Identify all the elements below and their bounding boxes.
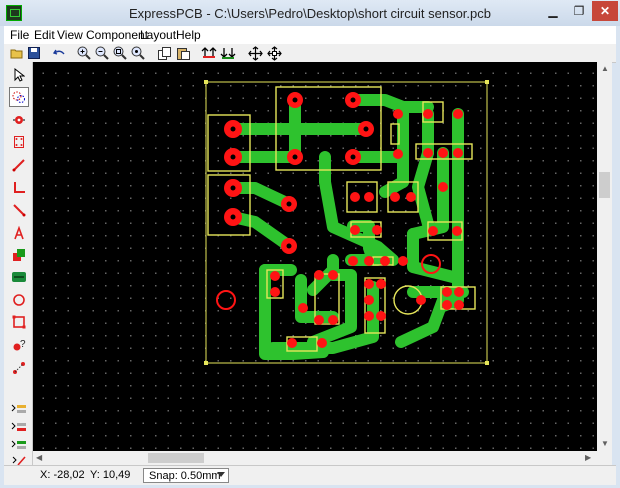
rectangle-tool-icon[interactable] (9, 312, 29, 332)
pad-down-icon[interactable] (220, 45, 236, 61)
status-x-coordinate: X: -28,02 (40, 469, 85, 481)
scroll-up-icon[interactable]: ▲ (601, 64, 609, 73)
minimize-button[interactable]: ▁ (540, 1, 566, 21)
fill-tool-icon[interactable] (9, 245, 29, 265)
menu-layout[interactable]: Layout (140, 28, 176, 42)
pad-tool-icon[interactable] (9, 110, 29, 130)
outline-handle (204, 80, 208, 84)
title-bar: ExpressPCB - C:\Users\Pedro\Desktop\shor… (0, 0, 620, 26)
outline-handle (485, 361, 489, 365)
circle-tool-icon[interactable] (9, 290, 29, 310)
status-bar: X: -28,02 Y: 10,49 Snap: 0.50mm (4, 465, 616, 485)
scroll-corner (597, 451, 612, 465)
undo-icon[interactable] (51, 45, 67, 61)
menu-bar: File Edit View Component Layout Help (4, 26, 616, 44)
ratsnest-tool-icon[interactable] (9, 358, 29, 378)
copy-icon[interactable] (157, 45, 173, 61)
save-icon[interactable] (26, 45, 42, 61)
close-button[interactable]: ✕ (592, 1, 618, 21)
center-icon[interactable] (266, 45, 282, 61)
menu-edit[interactable]: Edit (34, 28, 55, 42)
scroll-left-icon[interactable]: ◀ (36, 453, 42, 462)
open-icon[interactable] (9, 45, 25, 61)
trace-tool-icon[interactable] (9, 155, 29, 175)
status-y-coordinate: Y: 10,49 (90, 469, 131, 481)
layer-bottom-icon[interactable] (9, 417, 29, 437)
vertical-scrollbar[interactable]: ▲ ▼ (597, 62, 612, 451)
pcb-layout[interactable] (33, 62, 597, 451)
horizontal-scrollbar[interactable]: ◀ ▶ (33, 451, 597, 465)
diagonal-tool-icon[interactable] (9, 200, 29, 220)
text-tool-icon[interactable] (9, 223, 29, 243)
menu-file[interactable]: File (10, 28, 29, 42)
vertical-scroll-thumb[interactable] (599, 172, 610, 198)
snap-value: Snap: 0.50mm (149, 470, 221, 482)
svg-text:?: ? (20, 339, 26, 350)
tool-palette: ? (4, 62, 33, 466)
scroll-right-icon[interactable]: ▶ (585, 453, 591, 462)
outline-handle (485, 80, 489, 84)
zoom-box-icon[interactable] (112, 45, 128, 61)
menu-view[interactable]: View (57, 28, 83, 42)
outline-handle (204, 361, 208, 365)
component-tool-icon[interactable] (9, 132, 29, 152)
plane-tool-icon[interactable] (9, 267, 29, 287)
scroll-down-icon[interactable]: ▼ (601, 439, 609, 448)
window-title: ExpressPCB - C:\Users\Pedro\Desktop\shor… (129, 6, 491, 21)
move-icon[interactable] (247, 45, 263, 61)
inspect-tool-icon[interactable]: ? (9, 335, 29, 355)
paste-icon[interactable] (175, 45, 191, 61)
pointer-icon[interactable] (9, 65, 29, 85)
snap-select[interactable]: Snap: 0.50mm (143, 468, 229, 483)
menu-component[interactable]: Component (86, 28, 148, 42)
toolbar (4, 44, 616, 63)
menu-help[interactable]: Help (176, 28, 201, 42)
zoom-out-icon[interactable] (94, 45, 110, 61)
lasso-icon[interactable] (9, 87, 29, 107)
horizontal-scroll-thumb[interactable] (148, 453, 204, 463)
corner-tool-icon[interactable] (9, 178, 29, 198)
pad-up-icon[interactable] (201, 45, 217, 61)
chevron-down-icon (217, 472, 225, 477)
zoom-in-icon[interactable] (76, 45, 92, 61)
layer-top-icon[interactable] (9, 399, 29, 419)
pcb-canvas[interactable] (33, 62, 597, 451)
maximize-button[interactable]: ❐ (566, 1, 592, 21)
zoom-fit-icon[interactable] (130, 45, 146, 61)
